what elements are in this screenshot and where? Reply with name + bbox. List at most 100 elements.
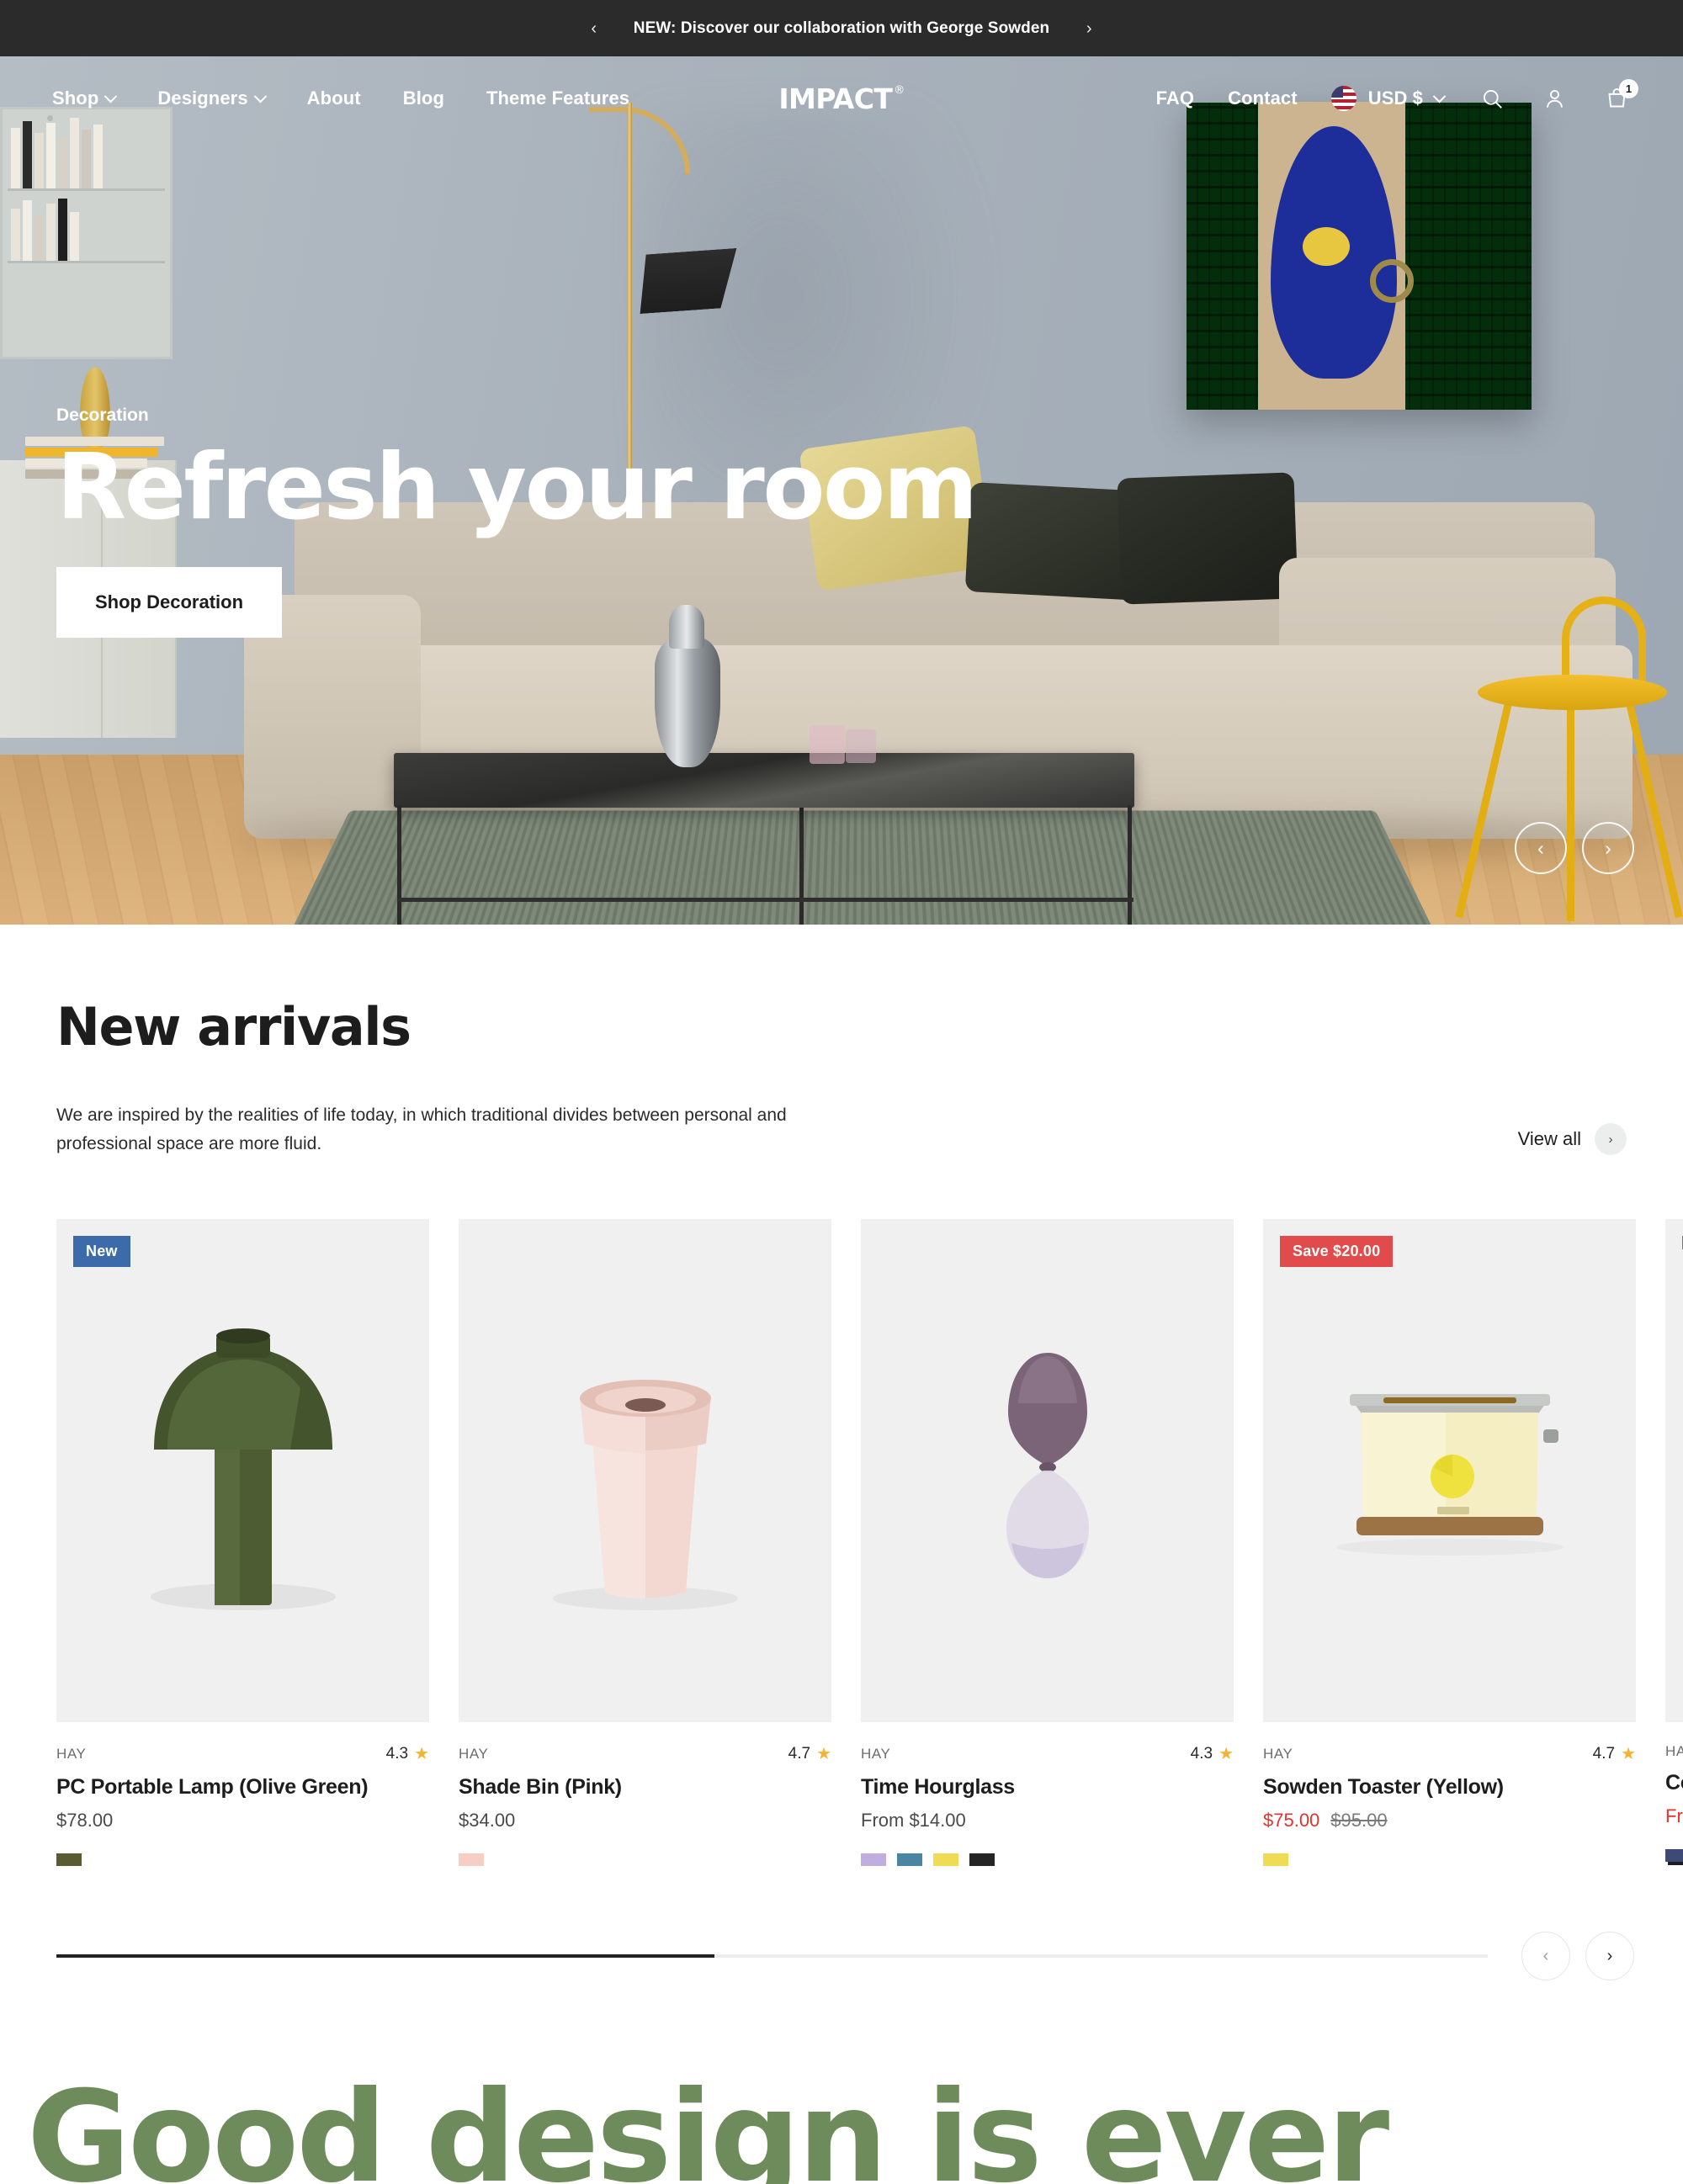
product-card[interactable]: HAY 4.3 ★ Time Hourglass From $14.00 <box>861 1219 1234 1867</box>
product-title[interactable]: Shade Bin (Pink) <box>459 1775 831 1800</box>
product-card[interactable]: HAY 4.7 ★ Shade Bin (Pink) $34.00 <box>459 1219 831 1867</box>
swatch-blue[interactable] <box>897 1853 922 1867</box>
view-all-label: View all <box>1517 1128 1581 1150</box>
product-meta: HAY 4.3 ★ <box>861 1743 1234 1764</box>
product-carousel[interactable]: New HAY 4.3 ★ PC Portable Lamp (Olive Gr… <box>0 1219 1683 1867</box>
time-hourglass-image <box>1006 1353 1089 1579</box>
marquee-section: Good design is ever <box>0 2075 1683 2184</box>
nav-item-designers-label: Designers <box>157 87 248 109</box>
carousel-progress-bar[interactable] <box>56 1954 1488 1959</box>
product-swatches <box>861 1853 1234 1867</box>
product-card[interactable]: HAY Col From <box>1665 1219 1683 1866</box>
star-icon: ★ <box>414 1745 429 1764</box>
product-badge: Save $20.00 <box>1280 1236 1394 1268</box>
product-price-current: $78.00 <box>56 1810 114 1831</box>
product-price-current: $34.00 <box>459 1810 516 1831</box>
view-all-arrow-icon: › <box>1595 1123 1627 1156</box>
nav-item-contact[interactable]: Contact <box>1228 87 1298 109</box>
announcement-prev-icon[interactable]: ‹ <box>583 18 605 40</box>
view-all-link[interactable]: View all › <box>1518 1123 1627 1158</box>
registered-trademark-icon: ® <box>894 83 905 97</box>
swatch-pink[interactable] <box>459 1853 484 1867</box>
shade-bin-image <box>552 1380 738 1611</box>
product-title[interactable]: Sowden Toaster (Yellow) <box>1263 1775 1636 1800</box>
product-price: From $14.00 <box>861 1810 1234 1831</box>
product-vendor: HAY <box>459 1745 489 1762</box>
announcement-next-icon[interactable]: › <box>1078 18 1100 40</box>
product-price: From <box>1665 1805 1683 1827</box>
product-meta: HAY 4.7 ★ <box>1263 1743 1636 1764</box>
cart-button[interactable]: 1 <box>1602 79 1638 113</box>
wall-artwork <box>1187 102 1532 410</box>
product-title[interactable]: PC Portable Lamp (Olive Green) <box>56 1775 429 1800</box>
product-meta: HAY 4.3 ★ <box>56 1743 429 1764</box>
product-card[interactable]: New HAY 4.3 ★ PC Portable Lamp (Olive Gr… <box>56 1219 429 1867</box>
area-rug <box>267 810 1458 925</box>
product-rating-value: 4.7 <box>1592 1744 1616 1763</box>
product-vendor: HAY <box>56 1745 87 1762</box>
user-icon <box>1546 89 1563 108</box>
shop-decoration-button[interactable]: Shop Decoration <box>56 566 283 638</box>
swatch-yellow[interactable] <box>933 1853 958 1867</box>
carousel-progress-fill <box>56 1954 715 1959</box>
product-image[interactable] <box>1665 1219 1683 1723</box>
swatch-olive[interactable] <box>56 1853 82 1867</box>
swatch-black[interactable] <box>969 1853 995 1867</box>
hero-carousel-controls: ‹ › <box>1515 822 1634 874</box>
carousel-prev-button[interactable]: ‹ <box>1521 1932 1570 1981</box>
product-swatches <box>1665 1849 1683 1863</box>
announcement-bar: ‹ NEW: Discover our collaboration with G… <box>0 0 1683 56</box>
nav-item-about[interactable]: About <box>307 87 361 109</box>
pink-glass-1 <box>810 725 845 764</box>
product-meta: HAY 4.7 ★ <box>459 1743 831 1764</box>
section-title: New arrivals <box>56 996 411 1058</box>
chevron-down-icon <box>1432 89 1447 103</box>
cart-item-count: 1 <box>1619 79 1638 98</box>
nav-item-faq[interactable]: FAQ <box>1156 87 1195 109</box>
product-swatches <box>56 1853 429 1867</box>
marquee-text: Good design is ever <box>27 2075 1389 2184</box>
pc-portable-lamp-image <box>150 1328 336 1611</box>
product-title[interactable]: Time Hourglass <box>861 1775 1234 1800</box>
hero-eyebrow: Decoration <box>56 406 149 425</box>
secondary-navigation: FAQ Contact USD $ 1 <box>1156 79 1638 113</box>
search-button[interactable] <box>1478 84 1506 113</box>
product-image[interactable] <box>861 1219 1234 1723</box>
carousel-next-button[interactable]: › <box>1585 1932 1634 1981</box>
coffee-table-leg <box>1128 805 1132 925</box>
site-header: Shop Designers About Blog Theme Features… <box>0 56 1683 140</box>
product-rating-value: 4.3 <box>1190 1744 1213 1763</box>
nav-item-designers[interactable]: Designers <box>157 87 267 109</box>
chevron-down-icon <box>253 89 267 103</box>
swatch-navy[interactable] <box>1665 1849 1683 1863</box>
coffee-table-rail <box>397 898 1134 902</box>
nav-item-theme-features[interactable]: Theme Features <box>486 87 629 109</box>
product-image[interactable]: New <box>56 1219 429 1723</box>
product-image[interactable] <box>459 1219 831 1723</box>
product-title[interactable]: Col <box>1665 1771 1683 1795</box>
product-price: $75.00 $95.00 <box>1263 1810 1636 1831</box>
carousel-controls: ‹ › <box>1521 1932 1634 1981</box>
product-price-current: $75.00 <box>1263 1810 1320 1831</box>
product-swatches <box>1263 1853 1636 1867</box>
product-price: $34.00 <box>459 1810 831 1831</box>
pink-glass-2 <box>846 729 876 763</box>
nav-item-blog[interactable]: Blog <box>403 87 444 109</box>
swatch-lavender[interactable] <box>861 1853 886 1867</box>
product-card[interactable]: Save $20.00 HAY 4.7 ★ Sowden Toaster (Ye… <box>1263 1219 1636 1867</box>
product-swatches <box>459 1853 831 1867</box>
currency-selector[interactable]: USD $ <box>1330 86 1447 111</box>
new-arrivals-section: New arrivals We are inspired by the real… <box>0 925 1683 1981</box>
nav-item-shop-label: Shop <box>52 87 99 109</box>
swatch-yellow[interactable] <box>1263 1853 1288 1867</box>
section-description: We are inspired by the realities of life… <box>56 1105 787 1154</box>
hero-prev-button[interactable]: ‹ <box>1515 822 1567 874</box>
account-button[interactable] <box>1540 84 1569 113</box>
site-logo[interactable]: IMPACT ® <box>778 82 905 115</box>
hero-next-button[interactable]: › <box>1582 822 1634 874</box>
search-icon <box>1483 89 1502 109</box>
product-image[interactable]: Save $20.00 <box>1263 1219 1636 1723</box>
coffee-table-leg <box>397 805 401 925</box>
metal-jug <box>655 637 720 767</box>
nav-item-shop[interactable]: Shop <box>52 87 118 109</box>
